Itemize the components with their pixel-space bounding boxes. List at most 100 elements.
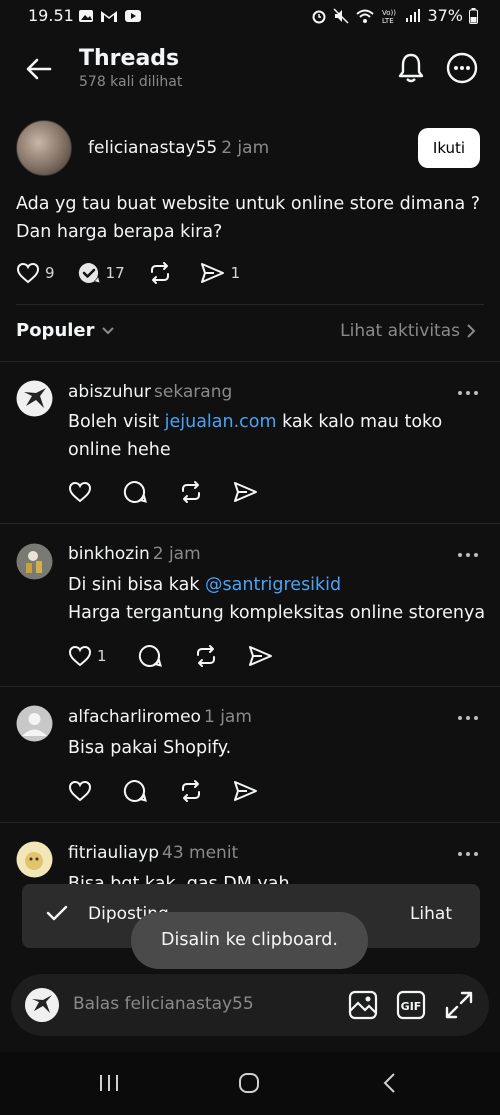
- reply-author[interactable]: fitriauliayp 43 menit: [68, 843, 238, 863]
- reply-username[interactable]: binkhozin: [68, 544, 150, 564]
- reply-time: sekarang: [154, 382, 233, 402]
- avatar[interactable]: [16, 543, 53, 580]
- signal-icon: [406, 8, 421, 22]
- reply-actions: [68, 779, 288, 803]
- replies-filter-row: Populer Lihat aktivitas: [0, 316, 500, 350]
- send-icon: [200, 263, 224, 283]
- back-icon[interactable]: [382, 1072, 398, 1094]
- avatar[interactable]: [16, 841, 53, 878]
- gif-icon[interactable]: GIF: [395, 989, 427, 1021]
- notification-icons: [78, 9, 142, 23]
- recent-apps-icon[interactable]: [98, 1072, 120, 1094]
- like-button[interactable]: 1: [68, 645, 123, 667]
- home-icon[interactable]: [238, 1072, 260, 1094]
- reply-button[interactable]: [138, 644, 193, 668]
- youtube-icon: [125, 10, 141, 22]
- reply-author[interactable]: abiszuhur sekarang: [68, 382, 232, 402]
- like-button[interactable]: [68, 780, 123, 802]
- divider: [0, 523, 500, 524]
- system-nav-bar: [0, 1052, 500, 1115]
- repost-button[interactable]: [193, 644, 248, 668]
- repost-button[interactable]: [147, 261, 178, 285]
- heart-icon: [68, 645, 92, 667]
- share-button[interactable]: [233, 780, 288, 802]
- more-icon[interactable]: [456, 849, 480, 859]
- follow-button[interactable]: Ikuti: [418, 128, 480, 168]
- wifi-icon: [356, 9, 375, 23]
- avatar[interactable]: [16, 380, 53, 417]
- repost-icon: [150, 262, 169, 284]
- reply-link[interactable]: jejualan.com: [165, 412, 277, 432]
- chevron-down-icon: [101, 326, 114, 334]
- reply-mention-link[interactable]: @santrigresikid: [205, 575, 341, 595]
- send-icon: [234, 482, 257, 502]
- like-button[interactable]: 9: [16, 262, 55, 284]
- repost-icon: [197, 645, 215, 667]
- sort-label: Populer: [16, 320, 95, 341]
- expand-icon[interactable]: [443, 989, 475, 1021]
- bell-icon[interactable]: [396, 52, 426, 84]
- system-icons: Vo)) LTE 37%: [311, 6, 478, 25]
- reply-text: Bisa pakai Shopify.: [68, 738, 232, 758]
- svg-text:GIF: GIF: [401, 1000, 422, 1013]
- post-username[interactable]: felicianastay55: [88, 138, 217, 158]
- divider: [0, 822, 500, 823]
- share-button[interactable]: [233, 481, 288, 503]
- gmail-icon: [101, 11, 117, 22]
- share-button[interactable]: 1: [200, 262, 241, 284]
- reply-username[interactable]: fitriauliayp: [68, 843, 159, 863]
- repost-button[interactable]: [178, 779, 233, 803]
- reply-button[interactable]: [123, 480, 178, 504]
- reply-button[interactable]: [123, 779, 178, 803]
- battery-percent: 37%: [427, 6, 463, 25]
- alarm-icon: [312, 10, 326, 23]
- share-count: 1: [230, 264, 241, 282]
- more-icon[interactable]: [456, 713, 480, 723]
- reply-actions: [68, 480, 288, 504]
- more-icon[interactable]: [456, 388, 480, 398]
- reply-actions: 1: [68, 644, 303, 668]
- comment-icon: [123, 480, 147, 503]
- clipboard-toast: Disalin ke clipboard.: [131, 912, 368, 969]
- divider: [16, 304, 484, 305]
- back-arrow-icon[interactable]: [24, 54, 54, 84]
- image-icon[interactable]: [347, 989, 379, 1021]
- like-count: 9: [45, 264, 55, 282]
- page-title: Threads: [79, 46, 180, 71]
- post-actions: 9 17 1: [16, 258, 262, 288]
- snackbar-view-button[interactable]: Lihat: [410, 904, 452, 924]
- reply-text-part: Harga tergantung kompleksitas online sto…: [68, 603, 486, 623]
- avatar[interactable]: [16, 120, 72, 176]
- repost-icon: [182, 780, 200, 802]
- volte-icon: Vo))LTE: [382, 9, 396, 24]
- like-count: 1: [97, 647, 107, 665]
- mute-icon: [333, 7, 349, 24]
- comment-icon: [123, 779, 147, 802]
- send-icon: [249, 646, 272, 666]
- reply-time: 2 jam: [152, 544, 201, 564]
- heart-icon: [16, 262, 40, 284]
- share-button[interactable]: [248, 645, 303, 667]
- more-options-icon[interactable]: [446, 52, 478, 84]
- reply-text: Boleh visit jejualan.com kak kalo mau to…: [68, 408, 488, 464]
- reply-button[interactable]: 17: [77, 261, 125, 285]
- reply-username[interactable]: alfacharliromeo: [68, 707, 201, 727]
- avatar[interactable]: [16, 705, 53, 742]
- reply-author[interactable]: binkhozin 2 jam: [68, 544, 201, 564]
- reply-count: 17: [105, 264, 125, 282]
- svg-text:Vo)): Vo)): [382, 9, 396, 17]
- repost-icon: [182, 481, 200, 503]
- sort-dropdown[interactable]: Populer: [16, 320, 115, 341]
- view-activity-link[interactable]: Lihat aktivitas: [340, 321, 476, 341]
- reply-username[interactable]: abiszuhur: [68, 382, 151, 402]
- reply-input[interactable]: Balas felicianastay55: [73, 994, 254, 1014]
- more-icon[interactable]: [456, 550, 480, 560]
- reply-composer[interactable]: Balas felicianastay55 GIF: [11, 974, 489, 1036]
- heart-icon: [68, 780, 92, 802]
- repost-button[interactable]: [178, 480, 233, 504]
- post-author[interactable]: felicianastay55 2 jam: [88, 138, 269, 158]
- gallery-icon: [79, 10, 93, 22]
- reply-text-part: Boleh visit: [68, 412, 165, 432]
- reply-author[interactable]: alfacharliromeo 1 jam: [68, 707, 252, 727]
- like-button[interactable]: [68, 481, 123, 503]
